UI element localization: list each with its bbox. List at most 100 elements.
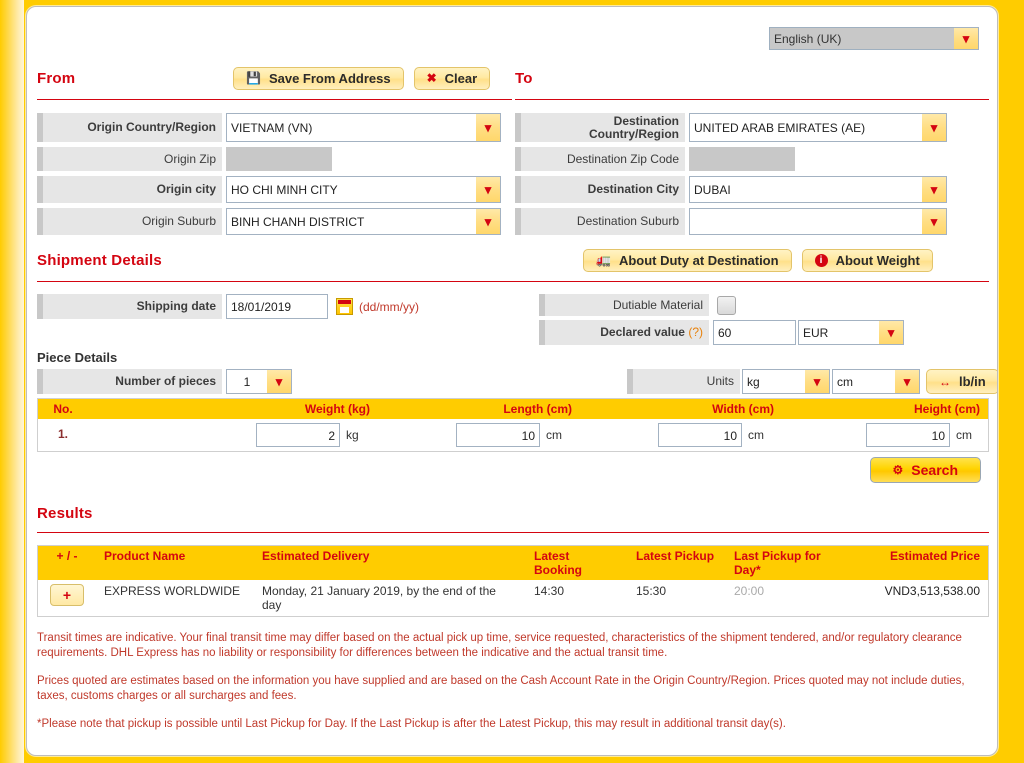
gear-icon: ⚙ bbox=[892, 463, 904, 477]
from-divider bbox=[37, 99, 512, 100]
field-declared-value: Declared value (?) 60 EUR bbox=[539, 320, 904, 345]
field-number-of-pieces: Number of pieces 1 bbox=[37, 369, 292, 394]
units-length-input[interactable]: cm bbox=[832, 369, 895, 394]
chevron-down-icon[interactable] bbox=[922, 176, 947, 203]
save-from-address-button[interactable]: 💾 Save From Address bbox=[233, 66, 404, 90]
close-x-icon: ✖ bbox=[426, 71, 437, 85]
declared-value-label-text: Declared value bbox=[600, 325, 685, 339]
field-label: Destination Country/Region bbox=[515, 113, 685, 142]
footer-paragraph: *Please note that pickup is possible unt… bbox=[37, 718, 786, 730]
field-shipping-date: Shipping date 18/01/2019 (dd/mm/yy) bbox=[37, 294, 419, 319]
destination-city-input[interactable]: DUBAI bbox=[689, 176, 922, 203]
language-select-value[interactable]: English (UK) bbox=[769, 27, 954, 50]
results-header-row: + / - Product Name Estimated Delivery La… bbox=[38, 546, 988, 580]
footer-notes: Transit times are indicative. Your final… bbox=[37, 631, 997, 732]
piece-length-unit: cm bbox=[546, 428, 562, 442]
field-label: Origin Suburb bbox=[37, 208, 222, 235]
main-panel: English (UK) From 💾 Save From Address ✖ … bbox=[26, 6, 998, 756]
field-dutiable-material: Dutiable Material bbox=[539, 294, 736, 316]
field-label: Origin city bbox=[37, 176, 222, 203]
piece-weight-input[interactable]: 2 bbox=[256, 423, 340, 447]
about-duty-button[interactable]: 🚛 About Duty at Destination bbox=[583, 248, 792, 272]
shipment-divider bbox=[37, 281, 989, 282]
result-estimated-price: VND3,513,538.00 bbox=[856, 580, 988, 616]
chevron-down-icon[interactable] bbox=[476, 208, 501, 235]
declared-value-help-icon[interactable]: (?) bbox=[688, 325, 703, 339]
chevron-down-icon[interactable] bbox=[895, 369, 920, 394]
page-left-frame bbox=[0, 0, 24, 763]
destination-zip-input[interactable] bbox=[689, 147, 795, 171]
footer-paragraph: Prices quoted are estimates based on the… bbox=[37, 675, 965, 702]
field-destination-country: Destination Country/Region UNITED ARAB E… bbox=[515, 113, 989, 142]
chevron-down-icon[interactable] bbox=[476, 113, 501, 142]
col-estimated-delivery: Estimated Delivery bbox=[254, 546, 526, 580]
result-latest-booking: 14:30 bbox=[526, 580, 628, 616]
result-last-pickup-for-day: 20:00 bbox=[726, 580, 856, 616]
field-destination-zip: Destination Zip Code bbox=[515, 147, 989, 171]
piece-height-unit: cm bbox=[956, 428, 972, 442]
number-of-pieces-label: Number of pieces bbox=[37, 369, 222, 394]
from-section: From 💾 Save From Address ✖ Clear Origin … bbox=[37, 65, 512, 235]
origin-city-input[interactable]: HO CHI MINH CITY bbox=[226, 176, 476, 203]
origin-zip-input[interactable] bbox=[226, 147, 332, 171]
declared-currency-input[interactable]: EUR bbox=[798, 320, 879, 345]
field-destination-suburb: Destination Suburb bbox=[515, 208, 989, 235]
search-button[interactable]: ⚙ Search bbox=[869, 457, 981, 483]
results-divider bbox=[37, 532, 989, 533]
about-duty-label: About Duty at Destination bbox=[618, 252, 779, 268]
shipping-date-input[interactable]: 18/01/2019 bbox=[226, 294, 328, 319]
piece-length-input[interactable]: 10 bbox=[456, 423, 540, 447]
chevron-down-icon[interactable] bbox=[922, 208, 947, 235]
expand-row-button[interactable]: + bbox=[50, 584, 84, 606]
origin-country-input[interactable]: VIETNAM (VN) bbox=[226, 113, 476, 142]
clear-label: Clear bbox=[444, 70, 478, 86]
search-button-label: Search bbox=[911, 462, 958, 478]
duty-truck-icon: 🚛 bbox=[596, 253, 611, 267]
field-origin-city: Origin city HO CHI MINH CITY bbox=[37, 176, 512, 203]
chevron-down-icon[interactable] bbox=[476, 176, 501, 203]
clear-button[interactable]: ✖ Clear bbox=[413, 66, 491, 90]
piece-height-input[interactable]: 10 bbox=[866, 423, 950, 447]
calendar-icon[interactable] bbox=[336, 298, 353, 315]
shipping-date-label: Shipping date bbox=[37, 294, 222, 319]
piece-row-no: 1. bbox=[38, 419, 88, 451]
col-no: No. bbox=[38, 399, 88, 419]
destination-country-input[interactable]: UNITED ARAB EMIRATES (AE) bbox=[689, 113, 922, 142]
col-length: Length (cm) bbox=[378, 399, 580, 419]
results-title: Results bbox=[37, 505, 93, 522]
chevron-down-icon[interactable] bbox=[879, 320, 904, 345]
units-toggle-label: lb/in bbox=[959, 374, 986, 389]
about-weight-button[interactable]: i About Weight bbox=[801, 248, 933, 272]
origin-suburb-input[interactable]: BINH CHANH DISTRICT bbox=[226, 208, 476, 235]
destination-suburb-input[interactable] bbox=[689, 208, 922, 235]
declared-value-input[interactable]: 60 bbox=[713, 320, 796, 345]
shipment-section: Shipment Details 🚛 About Duty at Destina… bbox=[37, 247, 989, 282]
language-select[interactable]: English (UK) bbox=[769, 27, 979, 50]
result-latest-pickup: 15:30 bbox=[628, 580, 726, 616]
chevron-down-icon[interactable] bbox=[267, 369, 292, 394]
to-title: To bbox=[515, 69, 533, 87]
save-disk-icon: 💾 bbox=[246, 71, 261, 85]
dutiable-material-checkbox[interactable] bbox=[717, 295, 736, 315]
number-of-pieces-input[interactable]: 1 bbox=[226, 369, 267, 394]
results-table: + / - Product Name Estimated Delivery La… bbox=[37, 545, 989, 617]
units-weight-input[interactable]: kg bbox=[742, 369, 805, 394]
field-label: Destination Zip Code bbox=[515, 147, 685, 171]
chevron-down-icon[interactable] bbox=[954, 27, 979, 50]
field-origin-suburb: Origin Suburb BINH CHANH DISTRICT bbox=[37, 208, 512, 235]
date-format-hint: (dd/mm/yy) bbox=[359, 299, 419, 314]
info-icon: i bbox=[814, 253, 828, 267]
piece-details-table: No. Weight (kg) Length (cm) Width (cm) H… bbox=[37, 398, 989, 452]
field-label: Destination Suburb bbox=[515, 208, 685, 235]
page-root: English (UK) From 💾 Save From Address ✖ … bbox=[0, 0, 1024, 763]
save-from-address-label: Save From Address bbox=[268, 70, 391, 86]
field-label: Destination City bbox=[515, 176, 685, 203]
field-label: Origin Country/Region bbox=[37, 113, 222, 142]
chevron-down-icon[interactable] bbox=[922, 113, 947, 142]
units-label: Units bbox=[627, 369, 740, 394]
units-toggle-button[interactable]: ↔ lb/in bbox=[926, 369, 997, 394]
piece-width-unit: cm bbox=[748, 428, 764, 442]
piece-width-input[interactable]: 10 bbox=[658, 423, 742, 447]
chevron-down-icon[interactable] bbox=[805, 369, 830, 394]
field-label: Origin Zip bbox=[37, 147, 222, 171]
